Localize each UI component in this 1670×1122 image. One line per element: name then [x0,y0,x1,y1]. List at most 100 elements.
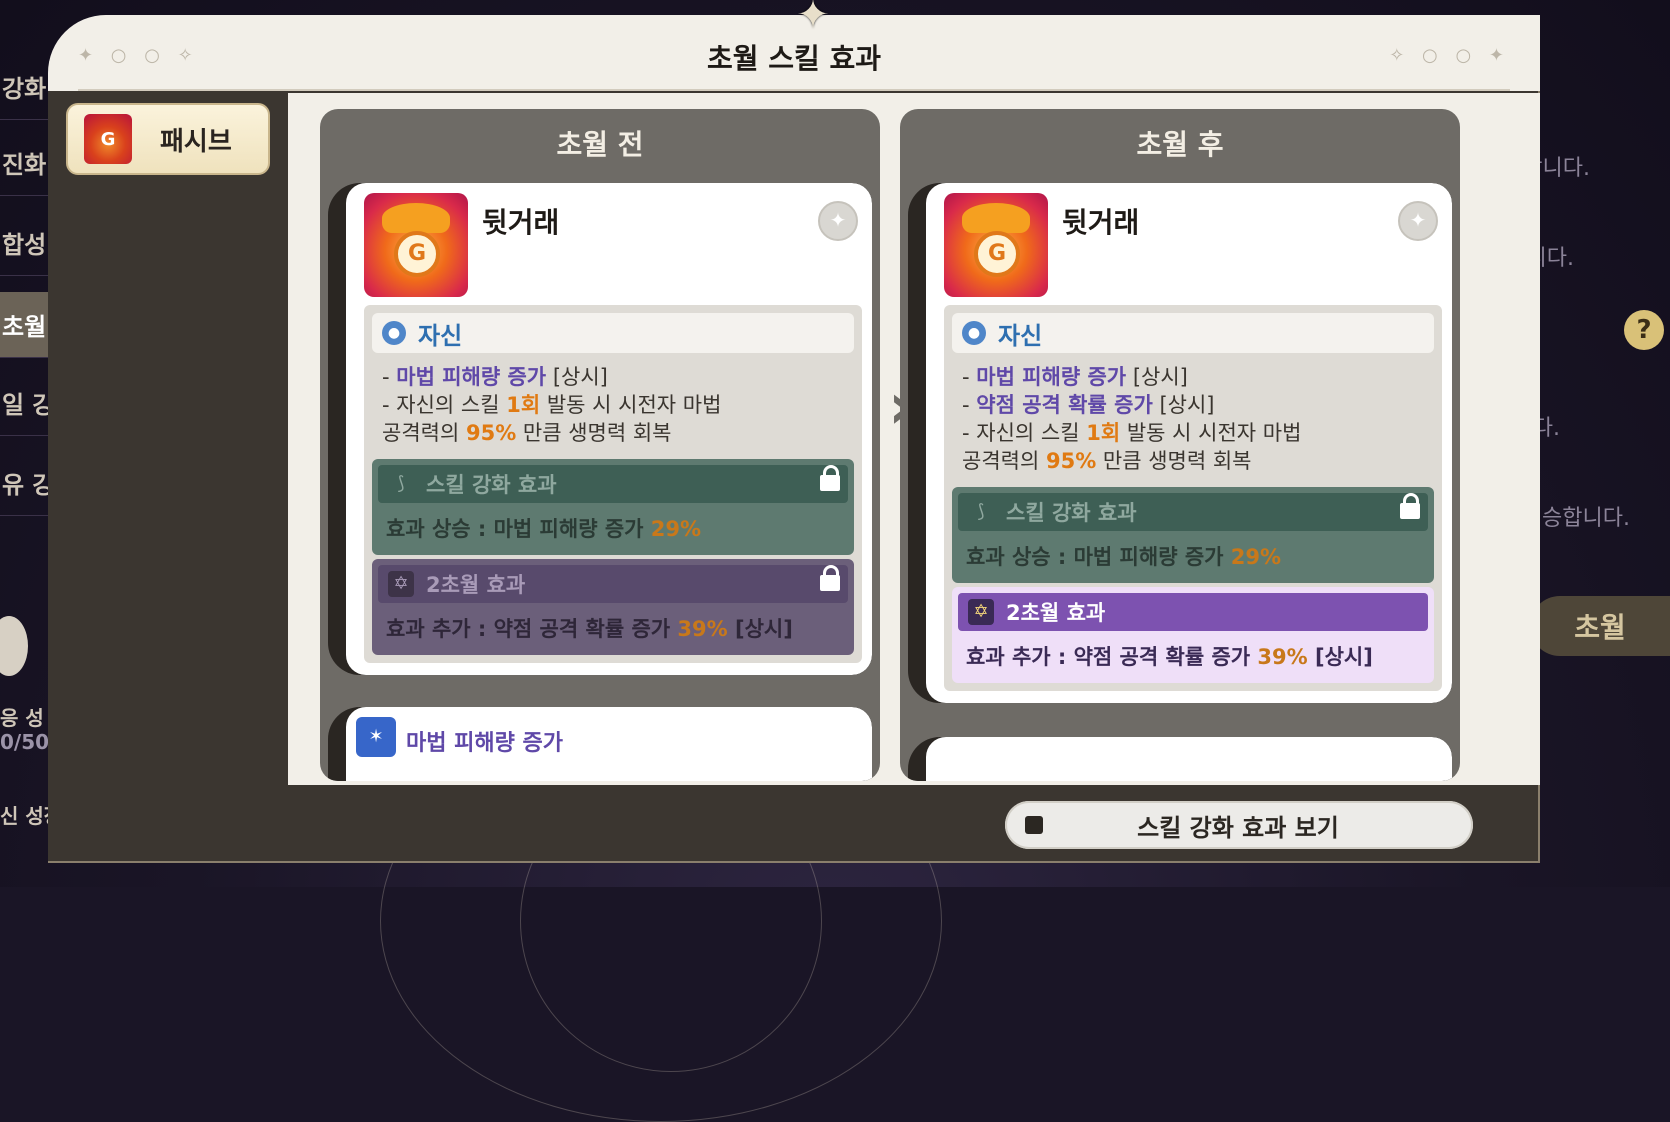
bg-text: 승합니다. [1542,506,1630,531]
star-ornament-icon: ✦ [796,0,830,38]
menu-label: 합성 [2,231,47,259]
line-percent: 95% [465,421,517,445]
line-text: 만큼 생명력 회복 [1096,449,1252,473]
enhance-text: 효과 상승 : 마법 피해량 증가 29% [958,531,1428,575]
transcend2-value: 39% [1257,645,1308,669]
next-skill-name: 마법 피해량 증가 [406,731,563,756]
enhance-icon: ⟆ [977,501,985,522]
next-skill-card: ✶ 마법 피해량 증가 [328,707,872,781]
effect-section: ● 자신 - 마법 피해량 증가 [상시] - 자신의 스킬 1회 발동 시 시… [364,305,862,663]
effect-description: - 마법 피해량 증가 [상시] - 자신의 스킬 1회 발동 시 시전자 마법… [372,353,854,455]
bag-shape [962,203,1030,233]
line-text: 발동 시 시전자 마법 [1120,421,1302,445]
skill-card: G 뒷거래 ✦ ● 자신 - 마법 피해량 증가 [상시] - 약점 공격 확률… [908,183,1452,703]
skill-card-body: G 뒷거래 ✦ ● 자신 - 마법 피해량 증가 [상시] - 약점 공격 확률… [926,183,1452,703]
star-icon: ✡ [968,599,994,625]
line-count: 1회 [506,393,541,417]
menu-label: 강화 [2,75,47,103]
transcend2-label: 2초월 효과 [426,573,526,597]
star-icon: ✡ [388,571,414,597]
line-text: - 자신의 스킬 [382,393,507,417]
help-icon[interactable]: ? [1624,310,1664,350]
line-text: - 자신의 스킬 [962,421,1087,445]
money-bag-skill-icon: G [364,193,468,297]
line-highlight: 마법 피해량 증가 [976,365,1127,389]
enhance-value: 29% [650,517,702,541]
line-suffix: [상시] [1126,365,1188,389]
skill-enhance-header: ⟆ 스킬 강화 효과 [378,465,848,503]
column-title: 초월 후 [1136,128,1224,161]
transcend2-header: ✡ 2초월 효과 [378,565,848,603]
person-icon: ● [382,321,406,345]
transcend-button[interactable]: 초월 [1530,596,1670,656]
toggle-checkbox[interactable] [1025,816,1043,834]
next-skill-card-body: ✶ 마법 피해량 증가 [346,707,872,781]
transcend2-text: 효과 추가 : 약점 공격 확률 증가 39% [상시] [378,603,848,647]
transcend2-box: ✡ 2초월 효과 효과 추가 : 약점 공격 확률 증가 39% [상시] [372,559,854,655]
line-text: 발동 시 시전자 마법 [540,393,722,417]
skill-name: 뒷거래 [1062,206,1140,239]
money-bag-skill-icon: G [944,193,1048,297]
line-count: 1회 [1086,421,1121,445]
enhance-value: 29% [1230,545,1282,569]
coin-icon: G [394,231,440,277]
toggle-label: 스킬 강화 효과 보기 [1137,813,1339,842]
money-bag-icon: G [84,114,132,164]
skill-header: G 뒷거래 ✦ [364,193,862,301]
enhance-label: 스킬 강화 효과 [426,473,557,497]
transcend2-header: ✡ 2초월 효과 [958,593,1428,631]
column-before: 초월 전 G 뒷거래 ✦ ● 자신 - 마법 피해량 증가 [상시] - 자신의… [320,109,880,781]
skill-enhance-header: ⟆ 스킬 강화 효과 [958,493,1428,531]
line-highlight: 마법 피해량 증가 [396,365,547,389]
skill-enhance-box: ⟆ 스킬 강화 효과 효과 상승 : 마법 피해량 증가 29% [952,487,1434,583]
skill-icon: ✶ [356,717,396,757]
transcend2-desc: 효과 추가 : 약점 공격 확률 증가 [386,617,678,641]
effect-line: 공격력의 95% 만큼 생명력 회복 [382,419,844,447]
effect-line: - 자신의 스킬 1회 발동 시 시전자 마법 [382,391,844,419]
coin-icon: G [974,231,1020,277]
skill-card: G 뒷거래 ✦ ● 자신 - 마법 피해량 증가 [상시] - 자신의 스킬 1… [328,183,872,675]
transcend2-suffix: [상시] [1307,645,1373,669]
transcend2-label: 2초월 효과 [1006,601,1106,625]
line-highlight: 약점 공격 확률 증가 [976,393,1153,417]
skill-enhance-box: ⟆ 스킬 강화 효과 효과 상승 : 마법 피해량 증가 29% [372,459,854,555]
transcend-skill-modal: ✦ ○ ○ ✧ 초월 스킬 효과 ✧ ○ ○ ✦ ✦ G 패시브 초월 전 G … [48,0,1540,863]
lock-icon [1400,493,1420,519]
enhance-label: 스킬 강화 효과 [1006,501,1137,525]
transcend2-desc: 효과 추가 : 약점 공격 확률 증가 [966,645,1258,669]
line-prefix: - [382,365,397,389]
star-badge-icon: ✦ [818,201,858,241]
lock-icon [820,465,840,491]
show-enhance-toggle[interactable]: 스킬 강화 효과 보기 [1005,801,1473,849]
line-suffix: [상시] [546,365,608,389]
menu-label: 진화 [2,151,47,179]
line-suffix: [상시] [1152,393,1215,417]
target-label: 자신 [418,321,463,350]
transcend2-suffix: [상시] [727,617,793,641]
menu-label: 유 강 [2,471,55,499]
next-skill-card-body [926,737,1452,781]
line-text: 공격력의 [962,449,1046,473]
tab-passive[interactable]: G 패시브 [66,103,270,175]
enhance-icon: ⟆ [397,473,405,494]
header-decoration-right: ✧ ○ ○ ✦ [1389,45,1510,66]
target-bar: ● 자신 [952,313,1434,353]
next-skill-card [908,737,1452,781]
target-label: 자신 [998,321,1043,350]
line-prefix: - [962,365,977,389]
target-bar: ● 자신 [372,313,854,353]
growth-label: 응 성 [0,706,44,730]
effect-line: - 마법 피해량 증가 [상시] [962,363,1424,391]
lock-icon [820,565,840,591]
modal-title: 초월 스킬 효과 [706,42,882,75]
effect-line: - 자신의 스킬 1회 발동 시 시전자 마법 [962,419,1424,447]
transcend2-text: 효과 추가 : 약점 공격 확률 증가 39% [상시] [958,631,1428,675]
transcend2-value: 39% [677,617,728,641]
star-badge-icon: ✦ [1398,201,1438,241]
line-prefix: - [962,393,977,417]
column-after: 초월 후 G 뒷거래 ✦ ● 자신 - 마법 피해량 증가 [상시] - 약점 … [900,109,1460,781]
effect-description: - 마법 피해량 증가 [상시] - 약점 공격 확률 증가 [상시] - 자신… [952,353,1434,483]
column-title: 초월 전 [556,128,644,161]
menu-label: 초월 [2,313,47,341]
effect-line: 공격력의 95% 만큼 생명력 회복 [962,447,1424,475]
